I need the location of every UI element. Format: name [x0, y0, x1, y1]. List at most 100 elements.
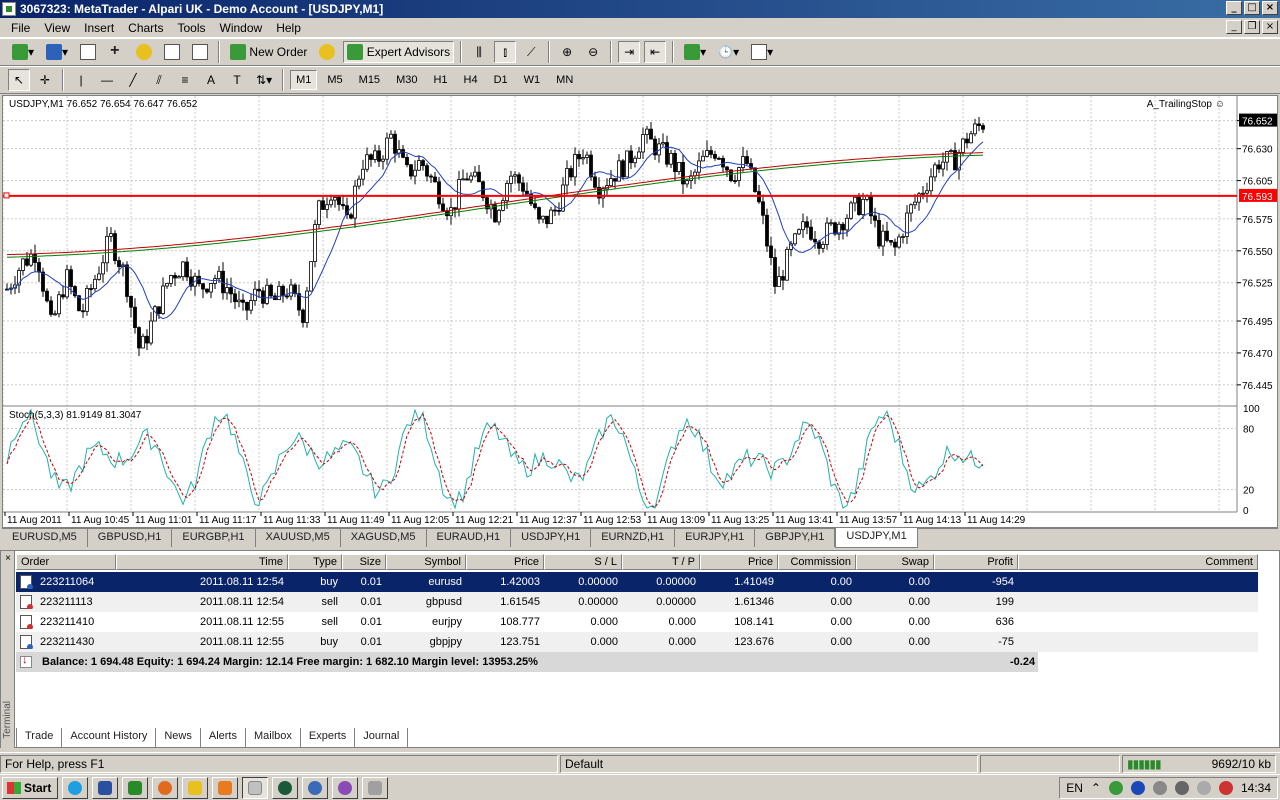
- tray-arrow-icon[interactable]: ⌃: [1091, 781, 1101, 795]
- column-header[interactable]: Time: [116, 554, 288, 570]
- timeframe-m1[interactable]: M1: [290, 70, 318, 90]
- media-task[interactable]: [332, 776, 358, 799]
- save-task[interactable]: [92, 776, 118, 799]
- arrows-button[interactable]: ⇅ ▾: [252, 69, 276, 91]
- menu-view[interactable]: View: [37, 19, 77, 37]
- auto-scroll-button[interactable]: ⇥: [618, 41, 641, 63]
- indicators-button[interactable]: ▾: [680, 41, 710, 63]
- network-tray-icon[interactable]: [1152, 781, 1167, 795]
- chart-canvas[interactable]: 76.652 76.630 76.605 76.575 76.550 76.525 76.4…: [3, 96, 1277, 527]
- column-header[interactable]: Symbol: [386, 554, 466, 570]
- column-header[interactable]: Size: [342, 554, 386, 570]
- menu-file[interactable]: File: [4, 19, 37, 37]
- column-header[interactable]: Price: [466, 554, 544, 570]
- text-button[interactable]: A: [200, 69, 222, 91]
- chart-tab-eurnzd-h1[interactable]: EURNZD,H1: [591, 529, 676, 547]
- channel-button[interactable]: ⫽: [148, 69, 170, 91]
- terminal-tab-news[interactable]: News: [156, 728, 201, 748]
- horizontal-line-button[interactable]: —: [96, 69, 118, 91]
- candlestick-button[interactable]: ⫾: [494, 41, 517, 63]
- bar-chart-button[interactable]: ⫼: [468, 41, 490, 63]
- chart-tab-eurusd-m5[interactable]: EURUSD,M5: [2, 529, 88, 547]
- firefox-task[interactable]: [152, 776, 178, 799]
- zoom-in-button[interactable]: ⊕: [556, 41, 578, 63]
- chart-tab-gbpusd-h1[interactable]: GBPUSD,H1: [88, 529, 173, 547]
- metaeditor-button[interactable]: [315, 41, 339, 63]
- menu-help[interactable]: Help: [269, 19, 308, 37]
- market-watch-button[interactable]: [76, 41, 100, 63]
- trade-row[interactable]: 223211430 2011.08.11 12:55 buy 0.01 gbpjpy 12…: [16, 632, 1258, 652]
- chart-shift-button[interactable]: ⇤: [644, 41, 667, 63]
- fibonacci-button[interactable]: ≡: [174, 69, 196, 91]
- chart-window[interactable]: 76.652 76.630 76.605 76.575 76.550 76.525 76.4…: [2, 95, 1278, 528]
- timeframe-m15[interactable]: M15: [353, 70, 386, 90]
- chart-tab-gbpjpy-h1[interactable]: GBPJPY,H1: [755, 529, 836, 547]
- column-header[interactable]: Profit: [934, 554, 1018, 570]
- trendline-button[interactable]: ╱: [122, 69, 144, 91]
- vertical-line-button[interactable]: |: [70, 69, 92, 91]
- network-task[interactable]: [302, 776, 328, 799]
- terminal-tab-alerts[interactable]: Alerts: [201, 728, 246, 748]
- cursor-button[interactable]: ↖: [8, 69, 30, 91]
- skype-task[interactable]: [62, 776, 88, 799]
- terminal-tab-journal[interactable]: Journal: [355, 728, 409, 748]
- volume-icon[interactable]: [1196, 781, 1211, 795]
- battery-icon[interactable]: [1174, 781, 1189, 795]
- timeframe-mn[interactable]: MN: [550, 70, 579, 90]
- column-header[interactable]: T / P: [622, 554, 700, 570]
- column-header[interactable]: Price: [700, 554, 778, 570]
- trade-row[interactable]: 223211113 2011.08.11 12:54 sell 0.01 gbpusd 1…: [16, 592, 1258, 612]
- column-header[interactable]: S / L: [544, 554, 622, 570]
- terminal-tab-experts[interactable]: Experts: [301, 728, 356, 748]
- line-chart-button[interactable]: ⟋: [520, 41, 542, 63]
- chart-tab-usdjpy-m1[interactable]: USDJPY,M1: [835, 528, 918, 548]
- close-button[interactable]: ×: [1262, 1, 1278, 15]
- zoom-out-button[interactable]: ⊖: [582, 41, 604, 63]
- profiles-button[interactable]: ▾: [42, 41, 72, 63]
- start-button[interactable]: Start: [2, 776, 58, 799]
- menu-insert[interactable]: Insert: [77, 19, 121, 37]
- chart-tab-eurgbp-h1[interactable]: EURGBP,H1: [172, 529, 256, 547]
- timeframe-h1[interactable]: H1: [427, 70, 453, 90]
- terminal-tab-account-history[interactable]: Account History: [62, 728, 157, 748]
- new-chart-button[interactable]: ▾: [8, 41, 38, 63]
- favorites-button[interactable]: [132, 41, 156, 63]
- navigator-button[interactable]: [104, 41, 128, 63]
- minimize-button[interactable]: _: [1226, 1, 1242, 15]
- timeframe-m5[interactable]: M5: [321, 70, 348, 90]
- tools-task[interactable]: [362, 776, 388, 799]
- terminal-tab-mailbox[interactable]: Mailbox: [246, 728, 301, 748]
- editor-task[interactable]: [212, 776, 238, 799]
- timeframe-m30[interactable]: M30: [390, 70, 423, 90]
- language-indicator[interactable]: EN: [1066, 781, 1083, 795]
- chart-tab-xauusd-m5[interactable]: XAUUSD,M5: [256, 529, 341, 547]
- trade-row[interactable]: 223211410 2011.08.11 12:55 sell 0.01 eurjpy 1…: [16, 612, 1258, 632]
- maximize-button[interactable]: □: [1244, 1, 1260, 15]
- tester-button[interactable]: [188, 41, 212, 63]
- label-button[interactable]: T: [226, 69, 248, 91]
- close-icon[interactable]: ×: [3, 554, 13, 564]
- crosshair-button[interactable]: ✛: [34, 69, 56, 91]
- chart-tab-euraud-h1[interactable]: EURAUD,H1: [427, 529, 512, 547]
- column-header[interactable]: Type: [288, 554, 342, 570]
- trade-row[interactable]: 223211064 2011.08.11 12:54 buy 0.01 eurusd 1.…: [16, 572, 1258, 592]
- menu-charts[interactable]: Charts: [121, 19, 170, 37]
- expert-advisors-button[interactable]: Expert Advisors: [343, 41, 455, 63]
- metatrader-task[interactable]: [242, 776, 268, 799]
- column-header[interactable]: Swap: [856, 554, 934, 570]
- security-icon[interactable]: [1218, 781, 1233, 795]
- column-header[interactable]: Commission: [778, 554, 856, 570]
- chart-tab-xagusd-m5[interactable]: XAGUSD,M5: [341, 529, 427, 547]
- browser-task[interactable]: [272, 776, 298, 799]
- new-order-button[interactable]: New Order: [226, 41, 311, 63]
- templates-button[interactable]: ▾: [747, 41, 777, 63]
- timeframe-h4[interactable]: H4: [458, 70, 484, 90]
- terminal-button[interactable]: [160, 41, 184, 63]
- timeframe-d1[interactable]: D1: [488, 70, 514, 90]
- mdi-minimize-button[interactable]: _: [1226, 20, 1242, 34]
- column-header[interactable]: Comment: [1018, 554, 1258, 570]
- chart-tab-usdjpy-h1[interactable]: USDJPY,H1: [511, 529, 592, 547]
- menu-window[interactable]: Window: [213, 19, 270, 37]
- menu-tools[interactable]: Tools: [171, 19, 213, 37]
- timeframe-w1[interactable]: W1: [518, 70, 547, 90]
